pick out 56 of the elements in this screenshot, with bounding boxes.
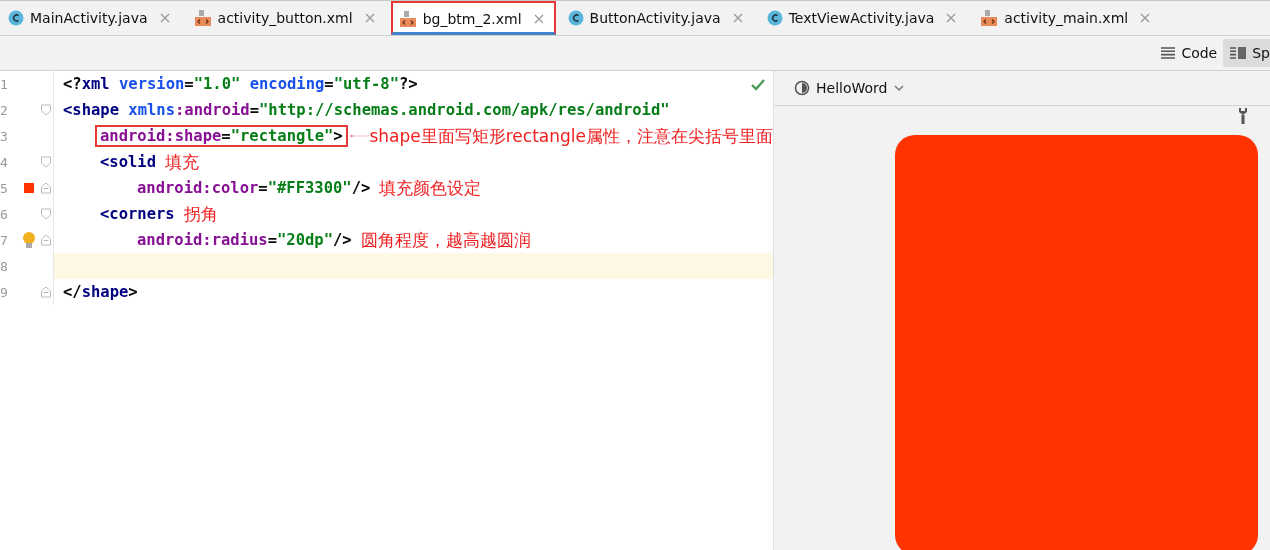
line-number: 9 bbox=[0, 284, 9, 300]
line-number: 1 bbox=[0, 76, 9, 92]
class-icon bbox=[766, 10, 783, 26]
view-mode-button[interactable]: Code bbox=[1154, 39, 1224, 67]
annotation-text: 拐角 bbox=[183, 202, 218, 226]
xml-file-icon bbox=[398, 10, 417, 28]
code-line: <solid bbox=[99, 152, 157, 173]
view-mode-button[interactable]: Sp bbox=[1223, 39, 1270, 67]
line-number: 8 bbox=[0, 258, 9, 274]
line-number: 5 bbox=[0, 180, 9, 196]
code-line: android:radius="20dp"/> bbox=[136, 230, 353, 251]
annotation-text: shape里面写矩形rectangle属性，注意在尖括号里面 bbox=[369, 124, 773, 148]
fold-icon[interactable] bbox=[40, 286, 52, 298]
close-icon[interactable] bbox=[364, 13, 375, 23]
code-line: <corners bbox=[99, 204, 176, 225]
close-icon[interactable] bbox=[1140, 13, 1151, 23]
file-tab[interactable]: TextViewActivity.java bbox=[758, 1, 969, 35]
fold-icon[interactable] bbox=[40, 182, 52, 194]
fold-icon[interactable] bbox=[40, 104, 52, 116]
file-tab[interactable]: MainActivity.java bbox=[0, 1, 182, 35]
annotation-text: 圆角程度，越高越圆润 bbox=[360, 228, 531, 252]
close-icon[interactable] bbox=[946, 13, 957, 23]
annotation-text: 填充 bbox=[165, 150, 199, 174]
annotation-text: 填充颜色设定 bbox=[379, 176, 482, 200]
fold-icon[interactable] bbox=[40, 156, 52, 168]
color-swatch[interactable] bbox=[24, 183, 34, 193]
line-number: 6 bbox=[0, 206, 9, 222]
fold-icon[interactable] bbox=[40, 208, 52, 220]
xml-file-icon bbox=[980, 9, 999, 27]
split-view-icon bbox=[1229, 46, 1248, 60]
lightbulb-icon[interactable] bbox=[22, 231, 36, 249]
file-tab[interactable]: ButtonActivity.java bbox=[559, 1, 755, 35]
file-tab[interactable]: bg_btm_2.xml bbox=[390, 1, 556, 35]
wrench-icon[interactable] bbox=[1237, 107, 1249, 125]
class-icon bbox=[8, 10, 24, 26]
file-tab[interactable]: activity_button.xml bbox=[185, 1, 387, 35]
code-line: <shape xmlns:android="http://schemas.android.com/apk/res/android" bbox=[62, 100, 671, 121]
close-icon[interactable] bbox=[732, 13, 743, 23]
lines-icon bbox=[1160, 46, 1177, 60]
fold-icon[interactable] bbox=[40, 234, 52, 246]
theme-icon bbox=[794, 80, 810, 96]
file-tab[interactable]: activity_main.xml bbox=[972, 1, 1163, 35]
close-icon[interactable] bbox=[533, 14, 544, 24]
theme-dropdown[interactable]: HelloWord bbox=[788, 79, 912, 97]
code-line: android:color="#FF3300"/> bbox=[136, 178, 372, 199]
close-icon[interactable] bbox=[159, 13, 170, 23]
code-line: </shape> bbox=[62, 282, 139, 303]
xml-file-icon bbox=[193, 9, 212, 27]
line-number: 2 bbox=[0, 102, 9, 118]
chevron-down-icon bbox=[893, 84, 906, 92]
line-number: 7 bbox=[0, 232, 9, 248]
check-icon[interactable] bbox=[751, 79, 765, 91]
code-line: <?xml version="1.0" encoding="utf-8"?> bbox=[62, 74, 419, 95]
line-number: 4 bbox=[0, 154, 9, 170]
line-number: 3 bbox=[0, 128, 9, 144]
class-icon bbox=[567, 10, 584, 26]
